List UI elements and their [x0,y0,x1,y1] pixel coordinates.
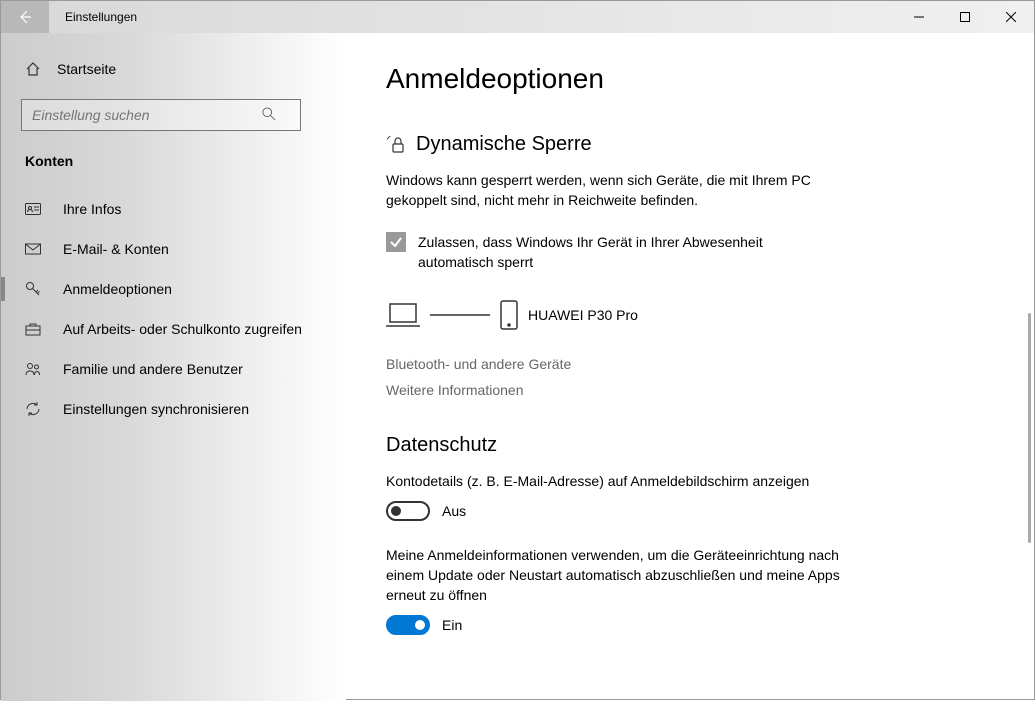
content-area: Anmeldeoptionen Dynamische Sperre Window… [346,33,1034,701]
nav-sync-settings[interactable]: Einstellungen synchronisieren [1,389,346,429]
dynlock-checkbox-label: Zulassen, dass Windows Ihr Gerät in Ihre… [418,232,838,272]
minimize-button[interactable] [896,1,942,33]
paired-device-name: HUAWEI P30 Pro [528,307,638,323]
briefcase-icon [25,321,41,337]
nav-signin-options[interactable]: Anmeldeoptionen [1,269,346,309]
nav-label: Auf Arbeits- oder Schulkonto zugreifen [63,321,302,337]
back-button[interactable] [1,1,49,33]
nav-label: Anmeldeoptionen [63,281,172,297]
dynamic-lock-icon [386,135,406,155]
nav-label: Ihre Infos [63,201,121,217]
privacy-setting1-desc: Kontodetails (z. B. E-Mail-Adresse) auf … [386,471,866,491]
home-label: Startseite [57,61,116,77]
laptop-icon [386,302,420,328]
nav-family-users[interactable]: Familie und andere Benutzer [1,349,346,389]
category-header: Konten [1,153,346,189]
nav-work-school[interactable]: Auf Arbeits- oder Schulkonto zugreifen [1,309,346,349]
minimize-icon [914,12,924,22]
home-link[interactable]: Startseite [1,51,346,87]
sidebar: Startseite Konten Ihre Infos E-Mail- & K… [1,33,346,701]
mail-icon [25,241,41,257]
section-dynamic-lock-desc: Windows kann gesperrt werden, wenn sich … [386,170,856,210]
paired-device-row: HUAWEI P30 Pro [386,300,994,330]
link-more-info[interactable]: Weitere Informationen [386,382,994,398]
check-icon [389,235,403,249]
sync-icon [25,401,41,417]
section-dynamic-lock-heading: Dynamische Sperre [386,133,994,156]
arrow-left-icon [17,9,33,25]
maximize-button[interactable] [942,1,988,33]
nav-label: Einstellungen synchronisieren [63,401,249,417]
close-button[interactable] [988,1,1034,33]
key-icon [25,281,41,297]
person-card-icon [25,201,41,217]
privacy-setting1-toggle[interactable] [386,501,430,521]
nav-email-accounts[interactable]: E-Mail- & Konten [1,229,346,269]
link-bluetooth-devices[interactable]: Bluetooth- und andere Geräte [386,356,994,372]
phone-icon [500,300,518,330]
maximize-icon [960,12,970,22]
connection-line-icon [430,313,490,317]
section-privacy-heading: Datenschutz [386,434,994,457]
page-title: Anmeldeoptionen [386,63,994,95]
nav-label: E-Mail- & Konten [63,241,169,257]
titlebar: Einstellungen [1,1,1034,33]
nav-your-info[interactable]: Ihre Infos [1,189,346,229]
privacy-setting2-desc: Meine Anmeldeinformationen verwenden, um… [386,545,866,605]
people-icon [25,361,41,377]
nav-label: Familie und andere Benutzer [63,361,243,377]
close-icon [1006,12,1016,22]
scrollthumb[interactable] [1028,313,1031,543]
privacy-setting2-state: Ein [442,617,462,633]
search-input[interactable] [21,99,301,131]
search-icon [262,107,276,126]
dynlock-checkbox[interactable] [386,232,406,252]
privacy-setting1-state: Aus [442,503,466,519]
window-title: Einstellungen [65,10,137,24]
privacy-setting2-toggle[interactable] [386,615,430,635]
scrollbar[interactable] [1024,33,1032,699]
home-icon [25,61,41,77]
